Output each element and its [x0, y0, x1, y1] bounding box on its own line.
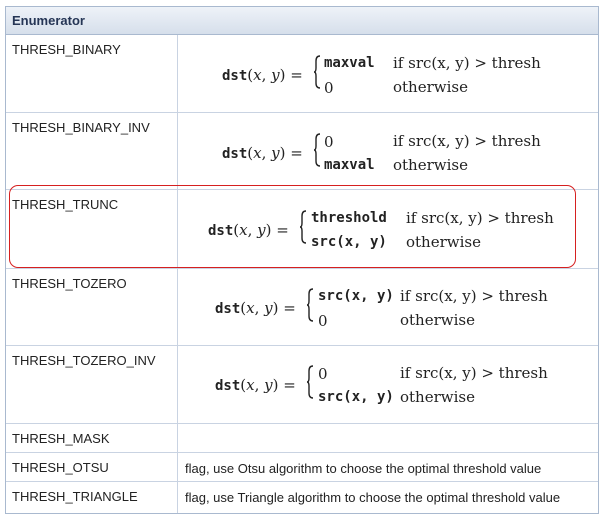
enum-name: THRESH_BINARY_INV	[12, 120, 150, 135]
table-row: THRESH_BINARY_INV dst(x, y) = 0 if src(x…	[6, 113, 598, 190]
enum-name: THRESH_TRIANGLE	[12, 489, 138, 504]
enum-description: flag, use Otsu algorithm to choose the o…	[185, 461, 542, 476]
enum-name-cell: THRESH_TRUNC	[6, 190, 178, 268]
enum-name-cell: THRESH_OTSU	[6, 453, 178, 481]
table-row: THRESH_TRUNC dst(x, y) = threshold if sr…	[6, 190, 598, 269]
left-brace-icon	[306, 365, 314, 399]
enum-description-cell: dst(x, y) = threshold if src(x, y) > thr…	[178, 190, 598, 268]
table-row: THRESH_MASK	[6, 424, 598, 453]
table-row: THRESH_TOZERO dst(x, y) = src(x, y) if s…	[6, 269, 598, 346]
case-expression: 0	[318, 312, 328, 330]
case-expression: 0	[324, 79, 334, 97]
left-brace-icon	[313, 133, 321, 167]
enum-name-cell: THRESH_TRIANGLE	[6, 482, 178, 513]
case-condition: if src(x, y) > thresh	[393, 132, 541, 150]
enum-description-cell: flag, use Triangle algorithm to choose t…	[178, 482, 598, 513]
table-row: THRESH_TRIANGLE flag, use Triangle algor…	[6, 482, 598, 513]
case-expression: maxval	[324, 55, 375, 71]
enum-description-cell: dst(x, y) = src(x, y) if src(x, y) > thr…	[178, 269, 598, 345]
piecewise-formula: dst(x, y) = threshold if src(x, y) > thr…	[208, 209, 554, 251]
left-brace-icon	[306, 288, 314, 322]
case-condition: otherwise	[393, 78, 468, 96]
header-label: Enumerator	[12, 13, 85, 28]
enum-name: THRESH_BINARY	[12, 42, 121, 57]
enum-name-cell: THRESH_MASK	[6, 424, 178, 452]
left-brace-icon	[299, 210, 307, 244]
enum-description-cell	[178, 424, 598, 452]
enum-name: THRESH_TOZERO_INV	[12, 353, 156, 368]
table-row: THRESH_OTSU flag, use Otsu algorithm to …	[6, 453, 598, 482]
table-header: Enumerator	[6, 7, 598, 35]
piecewise-formula: dst(x, y) = src(x, y) if src(x, y) > thr…	[215, 287, 548, 330]
enum-name: THRESH_OTSU	[12, 460, 109, 475]
enum-description: flag, use Triangle algorithm to choose t…	[185, 490, 561, 505]
case-expression: src(x, y)	[318, 288, 394, 304]
case-expression: src(x, y)	[318, 389, 394, 405]
enum-description-cell: dst(x, y) = 0 if src(x, y) > thresh src(…	[178, 346, 598, 423]
case-condition: otherwise	[406, 233, 481, 251]
enum-description-cell: dst(x, y) = 0 if src(x, y) > thresh maxv…	[178, 113, 598, 189]
case-expression: maxval	[324, 157, 375, 173]
enum-name: THRESH_TRUNC	[12, 197, 119, 212]
case-expression: src(x, y)	[311, 234, 387, 250]
case-condition: otherwise	[400, 311, 475, 329]
case-condition: otherwise	[393, 156, 468, 174]
case-expression: 0	[318, 365, 328, 383]
enumerator-table: Enumerator THRESH_BINARY dst(x, y) = max…	[5, 6, 599, 514]
case-condition: if src(x, y) > thresh	[406, 209, 554, 227]
table-row: THRESH_TOZERO_INV dst(x, y) = 0 if src(x…	[6, 346, 598, 424]
enum-name-cell: THRESH_TOZERO	[6, 269, 178, 345]
case-condition: if src(x, y) > thresh	[400, 364, 548, 382]
left-brace-icon	[313, 55, 321, 89]
piecewise-formula: dst(x, y) = 0 if src(x, y) > thresh maxv…	[222, 132, 541, 174]
enum-name-cell: THRESH_BINARY_INV	[6, 113, 178, 189]
case-expression: threshold	[311, 210, 387, 226]
enum-name: THRESH_TOZERO	[12, 276, 127, 291]
piecewise-formula: dst(x, y) = maxval if src(x, y) > thresh…	[222, 54, 541, 97]
enum-name: THRESH_MASK	[12, 431, 110, 446]
table-row: THRESH_BINARY dst(x, y) = maxval if src(…	[6, 35, 598, 113]
case-expression: 0	[324, 133, 334, 151]
case-condition: otherwise	[400, 388, 475, 406]
enum-name-cell: THRESH_TOZERO_INV	[6, 346, 178, 423]
case-condition: if src(x, y) > thresh	[393, 54, 541, 72]
enum-name-cell: THRESH_BINARY	[6, 35, 178, 112]
enum-description-cell: flag, use Otsu algorithm to choose the o…	[178, 453, 598, 481]
piecewise-formula: dst(x, y) = 0 if src(x, y) > thresh src(…	[215, 364, 548, 406]
case-condition: if src(x, y) > thresh	[400, 287, 548, 305]
enum-description-cell: dst(x, y) = maxval if src(x, y) > thresh…	[178, 35, 598, 112]
